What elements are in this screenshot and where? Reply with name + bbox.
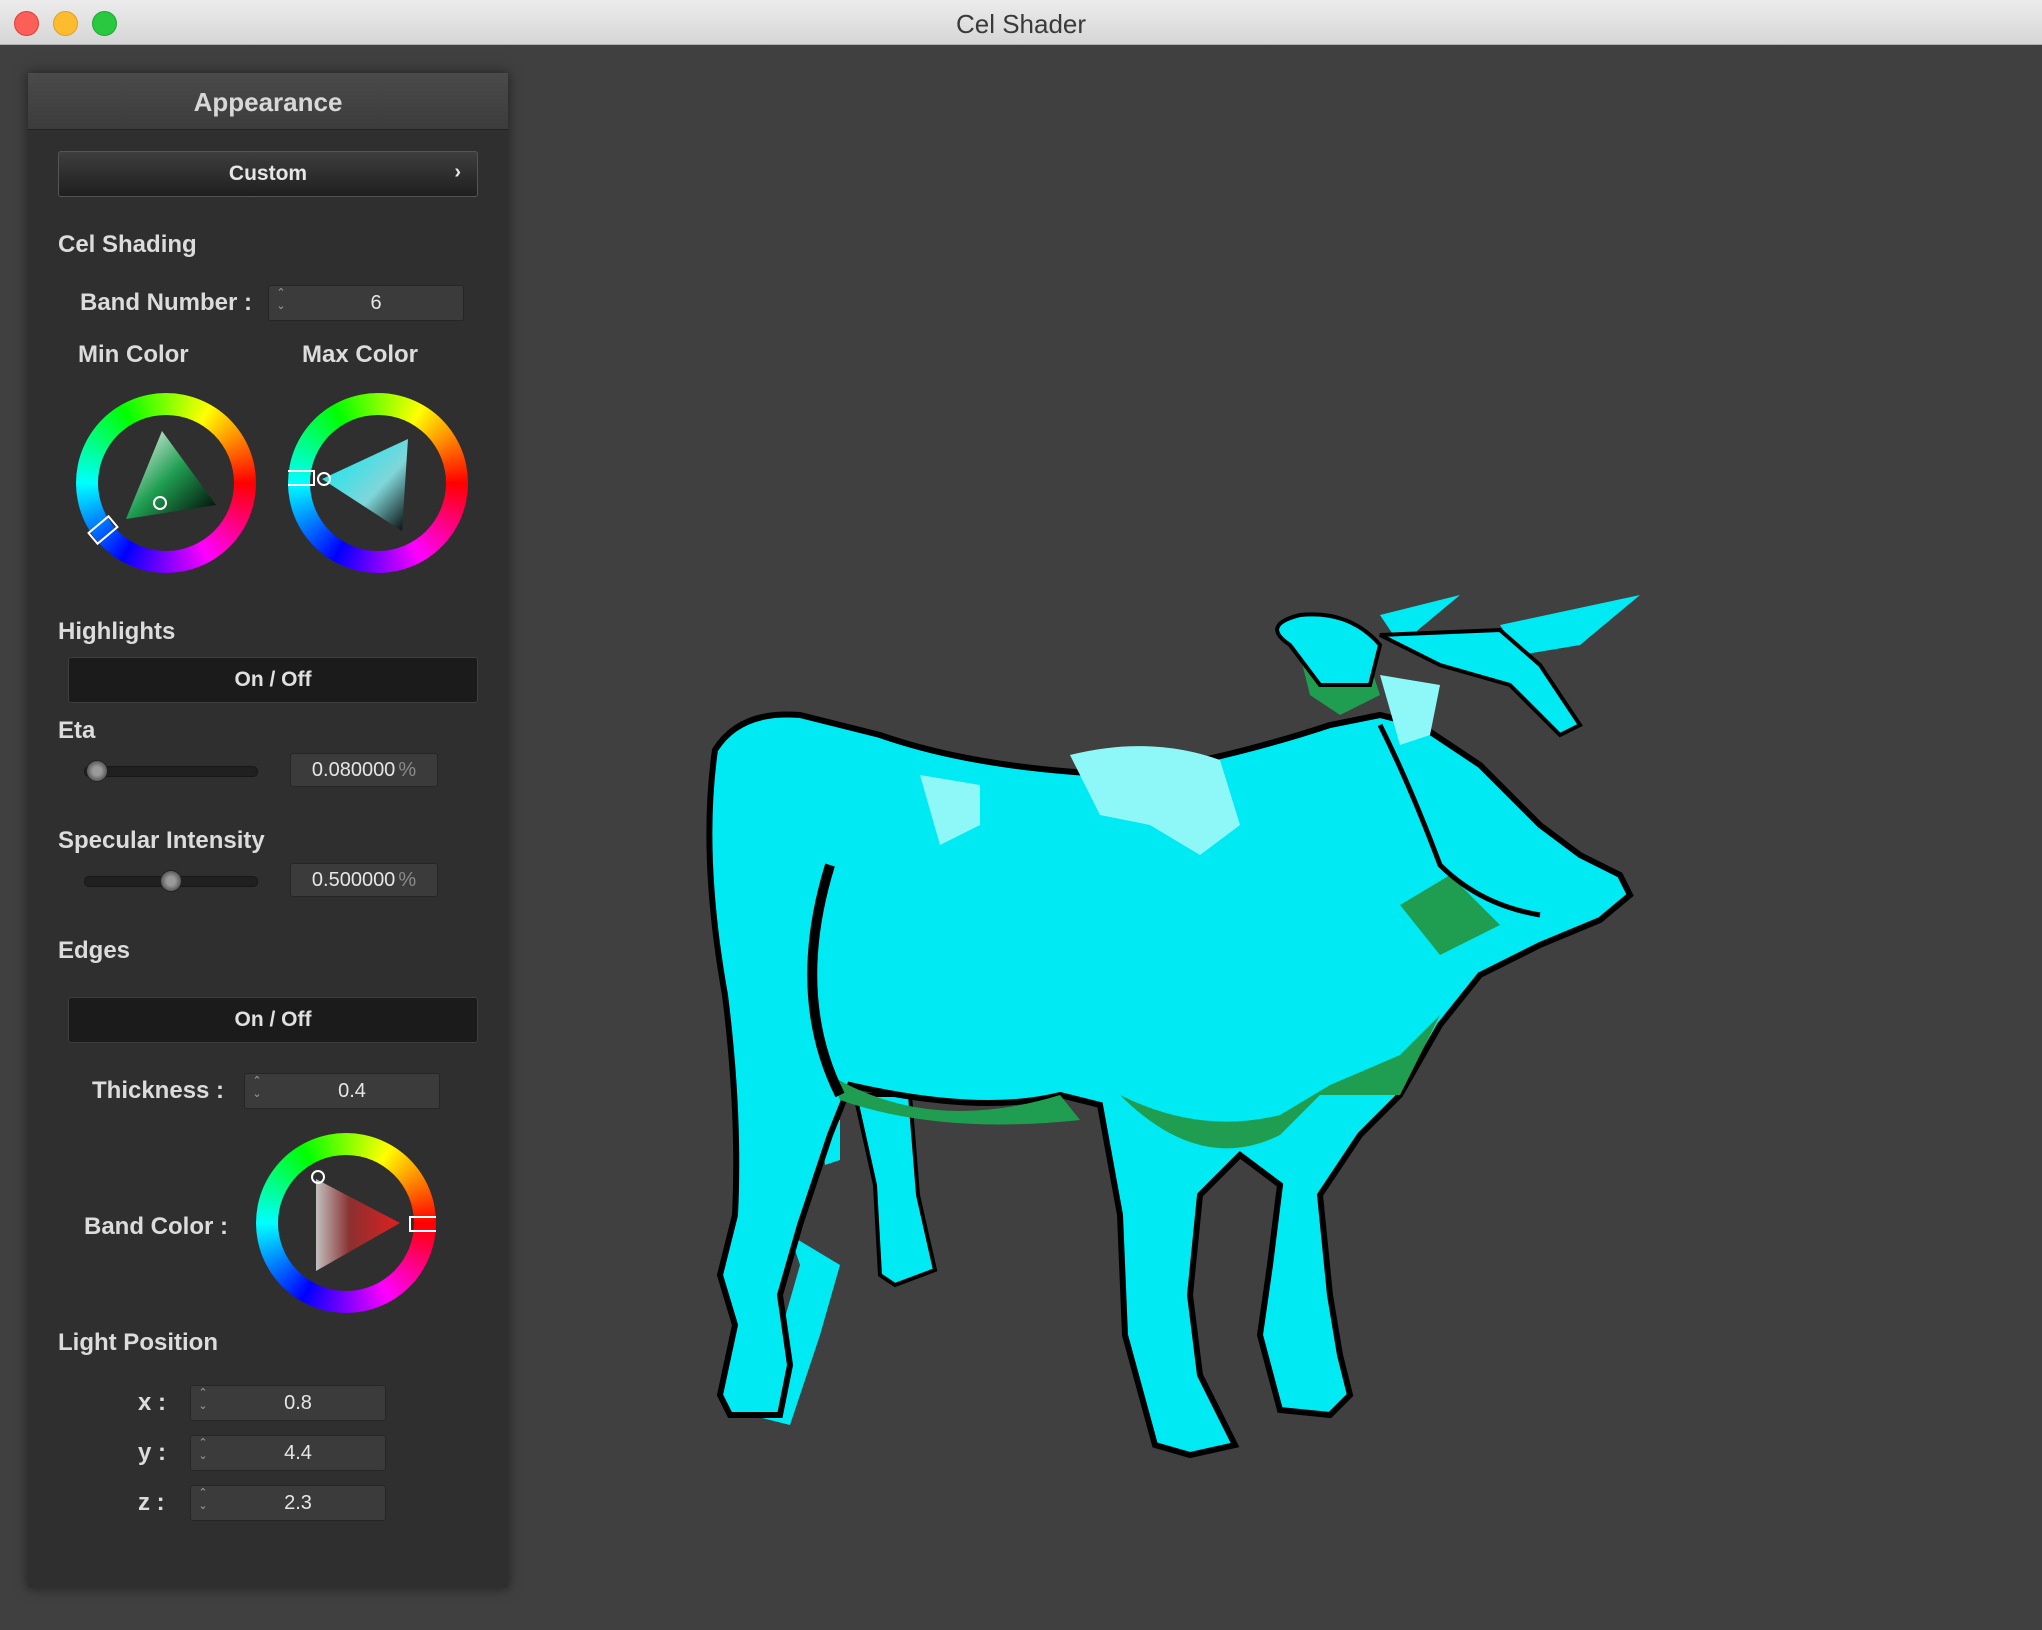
specular-intensity-heading: Specular Intensity bbox=[58, 827, 265, 854]
preset-dropdown[interactable]: Custom › bbox=[58, 151, 478, 197]
light-position-heading: Light Position bbox=[58, 1329, 218, 1356]
thickness-label: Thickness : bbox=[92, 1077, 225, 1104]
window-title: Cel Shader bbox=[955, 9, 1087, 39]
panel-header: Appearance bbox=[28, 73, 508, 130]
light-x-label: x : bbox=[138, 1389, 167, 1416]
stepper-icon[interactable]: ⌃ ⌄ bbox=[195, 1487, 211, 1513]
eta-heading: Eta bbox=[58, 717, 96, 744]
render-viewport[interactable]: Appearance Custom › Cel Shading Band Num… bbox=[0, 45, 2042, 1630]
light-y-value: 4.4 bbox=[284, 1441, 312, 1464]
band-number-stepper[interactable]: ⌃ ⌄ 6 bbox=[268, 285, 464, 321]
stepper-icon[interactable]: ⌃ ⌄ bbox=[195, 1437, 211, 1463]
specular-intensity-slider-knob[interactable] bbox=[160, 870, 182, 892]
band-number-label: Band Number : bbox=[80, 289, 253, 316]
min-color-label: Min Color bbox=[78, 341, 189, 368]
band-color-wheel[interactable] bbox=[256, 1133, 436, 1313]
highlights-toggle-label: On / Off bbox=[234, 668, 312, 691]
panel-title: Appearance bbox=[193, 87, 343, 117]
band-number-value: 6 bbox=[370, 291, 382, 314]
thickness-value: 0.4 bbox=[338, 1079, 366, 1102]
light-x-value: 0.8 bbox=[284, 1391, 312, 1414]
light-y-stepper[interactable]: ⌃ ⌄ 4.4 bbox=[190, 1435, 386, 1471]
thickness-stepper[interactable]: ⌃ ⌄ 0.4 bbox=[244, 1073, 440, 1109]
appearance-panel: Appearance Custom › Cel Shading Band Num… bbox=[28, 73, 508, 1588]
color-wheel-icon bbox=[87, 431, 216, 546]
min-color-wheel[interactable] bbox=[76, 393, 256, 573]
band-color-label: Band Color : bbox=[84, 1213, 228, 1240]
eta-unit: % bbox=[398, 758, 417, 781]
stepper-icon[interactable]: ⌃ ⌄ bbox=[195, 1387, 211, 1413]
light-z-label: z : bbox=[138, 1489, 165, 1516]
light-z-stepper[interactable]: ⌃ ⌄ 2.3 bbox=[190, 1485, 386, 1521]
light-z-value: 2.3 bbox=[284, 1491, 312, 1514]
stepper-icon[interactable]: ⌃ ⌄ bbox=[273, 287, 289, 313]
eta-slider-knob[interactable] bbox=[86, 760, 108, 782]
max-color-wheel[interactable] bbox=[288, 393, 468, 573]
highlights-toggle[interactable]: On / Off bbox=[68, 657, 478, 703]
specular-intensity-unit: % bbox=[398, 868, 417, 891]
specular-intensity-value-field[interactable]: 0.500000% bbox=[290, 863, 438, 897]
eta-value-field[interactable]: 0.080000% bbox=[290, 753, 438, 787]
edges-toggle[interactable]: On / Off bbox=[68, 997, 478, 1043]
edges-toggle-label: On / Off bbox=[234, 1008, 312, 1031]
title-bar: Cel Shader bbox=[0, 0, 2042, 45]
light-y-label: y : bbox=[138, 1439, 167, 1466]
preset-label: Custom bbox=[228, 162, 308, 185]
stepper-icon[interactable]: ⌃ ⌄ bbox=[249, 1075, 265, 1101]
eta-value: 0.080000 bbox=[311, 758, 396, 781]
specular-intensity-value: 0.500000 bbox=[311, 868, 396, 891]
highlights-heading: Highlights bbox=[58, 618, 176, 645]
edges-heading: Edges bbox=[58, 937, 131, 964]
max-color-label: Max Color bbox=[302, 341, 419, 368]
color-wheel-icon bbox=[311, 1170, 436, 1271]
chevron-right-icon: › bbox=[454, 161, 461, 183]
cow-model bbox=[706, 595, 1640, 1459]
color-wheel-icon bbox=[288, 439, 408, 531]
eta-slider[interactable] bbox=[84, 766, 258, 777]
light-x-stepper[interactable]: ⌃ ⌄ 0.8 bbox=[190, 1385, 386, 1421]
cel-shading-heading: Cel Shading bbox=[58, 231, 197, 258]
